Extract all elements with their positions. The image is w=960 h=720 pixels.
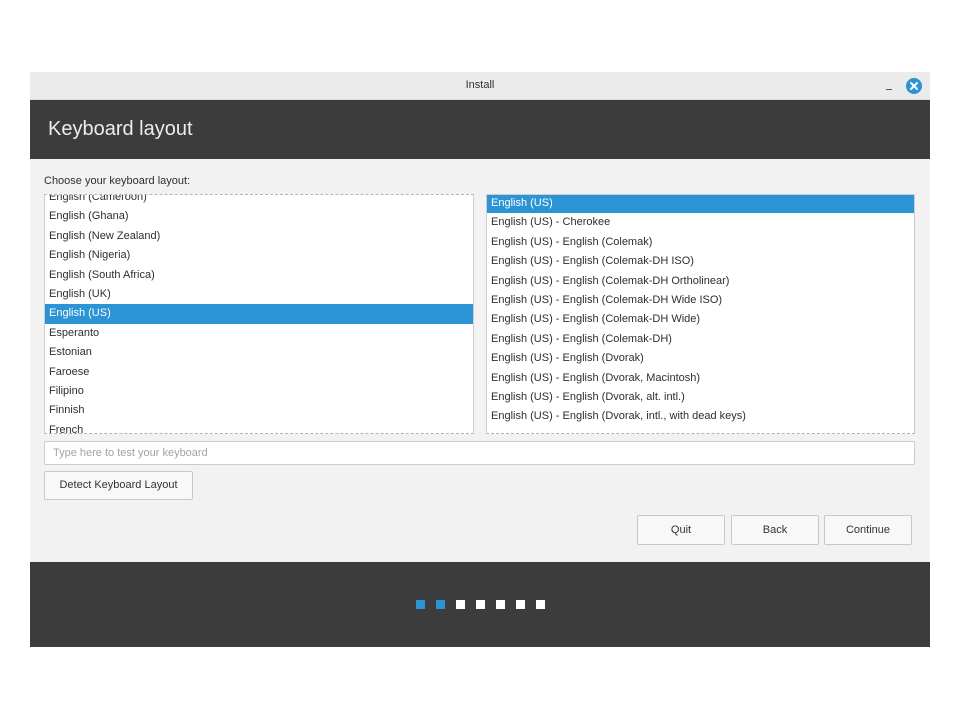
installer-window: Install Keyboard layout Choose your keyb… (30, 72, 930, 647)
variant-option-label: English (US) - English (Dvorak) (491, 352, 644, 365)
variant-option[interactable]: English (US) - English (Dvorak, intl., w… (487, 407, 914, 426)
layout-prompt-label: Choose your keyboard layout: (44, 175, 191, 187)
close-button[interactable] (906, 78, 922, 94)
page-title: Keyboard layout (48, 118, 193, 140)
layout-option-label: Esperanto (49, 326, 100, 339)
layout-option-label: English (Ghana) (49, 210, 129, 223)
window-title: Install (465, 79, 495, 91)
layout-option[interactable]: Estonian (45, 343, 473, 362)
layout-option-label: French (49, 423, 84, 434)
detect-keyboard-layout-button[interactable]: Detect Keyboard Layout (44, 471, 193, 500)
variant-option-label: English (US) - English (Dvorak, Macintos… (491, 371, 701, 384)
variant-option[interactable]: English (US) - English (Colemak-DH ISO) (487, 252, 914, 271)
variant-option[interactable]: English (US) - English (Colemak-DH Wide … (487, 291, 914, 310)
layout-list[interactable]: English (Cameroon) English (Ghana) English… (44, 194, 474, 434)
minimize-button[interactable] (882, 79, 896, 93)
layout-option[interactable]: Faroese (45, 363, 473, 382)
back-button[interactable]: Back (731, 515, 819, 545)
variant-list-rows: English (US) English (US) - Cherokee Engli… (487, 195, 914, 427)
variant-option[interactable]: English (US) - English (Dvorak, Macintos… (487, 369, 914, 388)
layout-option[interactable]: French (45, 421, 473, 434)
quit-button[interactable]: Quit (637, 515, 725, 545)
progress-step-dot (475, 600, 485, 609)
layout-option-label: English (US) (49, 307, 111, 320)
progress-step-dot (415, 600, 425, 609)
layout-option-label: English (New Zealand) (49, 229, 161, 242)
variant-option-label: English (US) - English (Dvorak, alt. int… (491, 390, 685, 403)
variant-option-label: English (US) - English (Colemak-DH Ortho… (491, 274, 730, 287)
variant-option-label: English (US) - English (Dvorak, intl., w… (491, 410, 746, 423)
variant-option-label: English (US) - English (Colemak-DH ISO) (491, 255, 694, 268)
layout-list-rows: English (Cameroon) English (Ghana) English… (45, 194, 473, 434)
continue-button[interactable]: Continue (824, 515, 912, 545)
layout-option[interactable]: English (South Africa) (45, 266, 473, 285)
layout-option-label: English (South Africa) (49, 268, 155, 281)
layout-option[interactable]: Filipino (45, 382, 473, 401)
variant-option[interactable]: English (US) - English (Colemak-DH Wide) (487, 310, 914, 329)
progress-step-dot (435, 600, 445, 609)
layout-option-label: English (Cameroon) (49, 194, 147, 203)
variant-option[interactable]: English (US) - Cherokee (487, 213, 914, 232)
progress-indicator (30, 562, 930, 647)
layout-option[interactable]: English (US) (45, 304, 473, 324)
layout-option-label: English (UK) (49, 287, 111, 300)
variant-option[interactable]: English (US) - English (Colemak-DH Ortho… (487, 272, 914, 291)
layout-option[interactable]: English (New Zealand) (45, 227, 473, 246)
page-header: Keyboard layout (30, 100, 930, 159)
variant-option-label: English (US) (491, 197, 553, 209)
variant-option-label: English (US) - English (Colemak) (491, 235, 653, 248)
title-bar[interactable]: Install (30, 72, 930, 100)
variant-option[interactable]: English (US) - English (Colemak) (487, 233, 914, 252)
variant-list[interactable]: English (US) English (US) - Cherokee Engli… (486, 194, 915, 434)
layout-option[interactable]: English (Ghana) (45, 207, 473, 226)
layout-option-label: Filipino (49, 384, 84, 397)
keyboard-test-input[interactable] (44, 441, 915, 465)
layout-option[interactable]: Esperanto (45, 324, 473, 343)
layout-option[interactable]: English (Nigeria) (45, 246, 473, 265)
layout-option[interactable]: English (Cameroon) (45, 194, 473, 207)
layout-option[interactable]: Finnish (45, 401, 473, 420)
minimize-icon (886, 89, 892, 90)
layout-option-label: Estonian (49, 346, 92, 359)
variant-option[interactable]: English (US) - English (Dvorak) (487, 349, 914, 368)
variant-option[interactable]: English (US) - English (Colemak-DH) (487, 330, 914, 349)
variant-option-label: English (US) - Cherokee (491, 216, 611, 229)
variant-option-label: English (US) - English (Colemak-DH Wide) (491, 313, 701, 326)
variant-option-label: English (US) - English (Colemak-DH) (491, 332, 672, 345)
progress-step-dot (495, 600, 505, 609)
progress-step-dot (535, 600, 545, 609)
layout-option-label: Faroese (49, 365, 90, 378)
layout-option[interactable]: English (UK) (45, 285, 473, 304)
close-icon (906, 78, 922, 94)
progress-step-dot (455, 600, 465, 609)
layout-option-label: Finnish (49, 404, 85, 417)
variant-option[interactable]: English (US) - English (Dvorak, alt. int… (487, 388, 914, 407)
variant-option-label: English (US) - English (Colemak-DH Wide … (491, 293, 723, 306)
progress-step-dot (515, 600, 525, 609)
variant-option[interactable]: English (US) (487, 195, 914, 214)
layout-option-label: English (Nigeria) (49, 249, 131, 262)
